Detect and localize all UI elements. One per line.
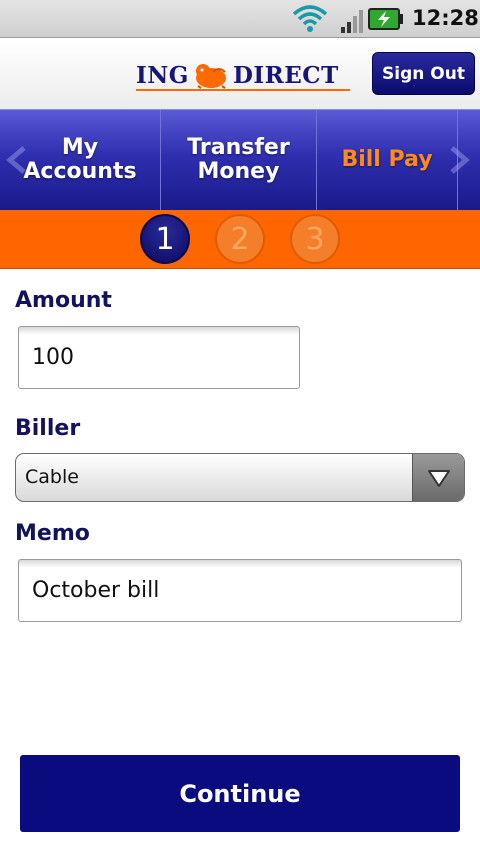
main-nav: My Accounts Transfer Money Bill Pay xyxy=(0,109,480,210)
triangle-down-icon xyxy=(427,469,450,487)
ing-direct-logo[interactable]: ING DIRECT xyxy=(136,57,339,93)
step-indicator: 1 2 3 xyxy=(0,210,480,269)
tab-my-accounts-line2: Accounts xyxy=(23,159,137,184)
biller-select[interactable]: Cable xyxy=(15,453,465,502)
biller-selected-value: Cable xyxy=(25,466,79,488)
amount-input[interactable]: 100 xyxy=(18,326,300,389)
biller-label: Biller xyxy=(15,416,81,441)
wifi-icon xyxy=(292,5,328,32)
amount-label: Amount xyxy=(15,288,112,313)
tab-transfer-money-line2: Money xyxy=(197,159,280,184)
logo-text-left: ING xyxy=(136,61,189,89)
tab-my-accounts[interactable]: My Accounts xyxy=(0,110,160,210)
chevron-right-icon[interactable] xyxy=(446,146,470,174)
continue-button[interactable]: Continue xyxy=(20,755,460,832)
step-2[interactable]: 2 xyxy=(215,214,265,264)
dropdown-button[interactable] xyxy=(412,454,464,501)
tab-transfer-money[interactable]: Transfer Money xyxy=(161,110,316,210)
battery-charging-icon xyxy=(368,8,403,30)
status-time: 12:28 xyxy=(412,6,479,30)
lion-icon xyxy=(195,64,226,89)
signal-icon xyxy=(341,10,363,33)
sign-out-button[interactable]: Sign Out xyxy=(372,52,475,95)
app-header: ING DIRECT Sign Out xyxy=(0,39,480,109)
step-1-active[interactable]: 1 xyxy=(140,214,190,264)
logo-text-right: DIRECT xyxy=(232,61,339,89)
logo-underline xyxy=(136,89,350,91)
status-bar: 12:28 xyxy=(0,0,480,38)
tab-my-accounts-line1: My xyxy=(61,135,99,160)
tab-bill-pay-label: Bill Pay xyxy=(341,147,433,172)
tab-bill-pay[interactable]: Bill Pay xyxy=(317,110,457,210)
tab-transfer-money-line1: Transfer xyxy=(187,135,290,160)
memo-input[interactable]: October bill xyxy=(18,559,462,622)
memo-label: Memo xyxy=(15,521,90,546)
step-3[interactable]: 3 xyxy=(290,214,340,264)
